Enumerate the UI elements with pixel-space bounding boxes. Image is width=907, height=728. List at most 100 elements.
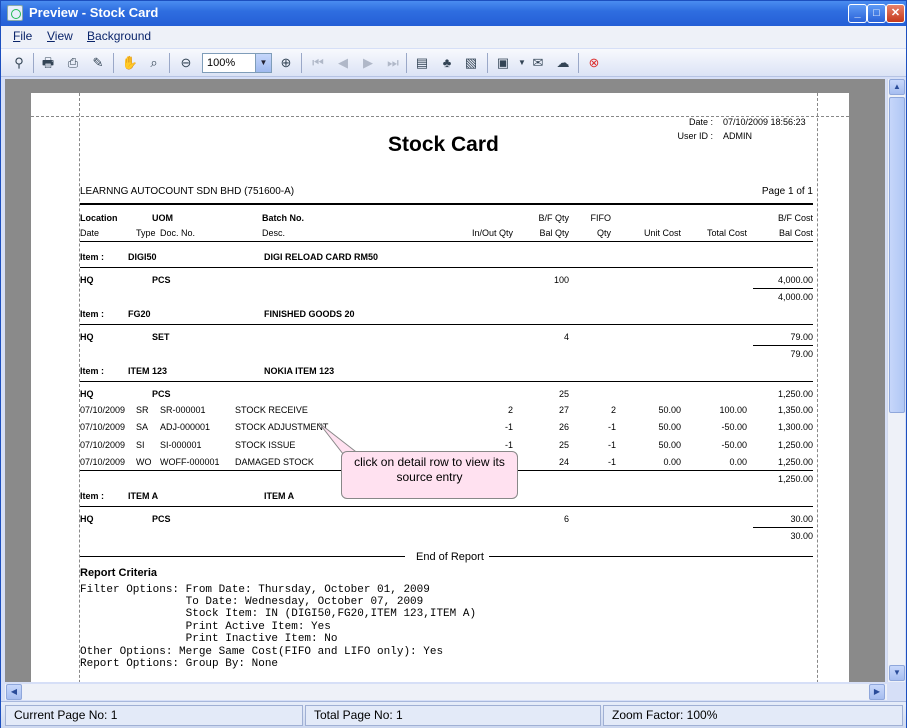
criteria-line: Report Options: Group By: None: [80, 658, 279, 670]
scroll-up-icon[interactable]: ▲: [889, 79, 905, 95]
user-value: ADMIN: [723, 131, 752, 141]
printer-setup-icon[interactable]: 🖶: [39, 54, 57, 72]
divider: [753, 345, 813, 346]
magnifier-icon[interactable]: ⌕: [145, 54, 163, 72]
user-label: User ID :: [677, 131, 713, 141]
row-unit-cost: 50.00: [658, 422, 681, 432]
scroll-right-icon[interactable]: ▶: [869, 684, 885, 700]
criteria-title: Report Criteria: [80, 567, 158, 579]
close-button[interactable]: ✕: [886, 4, 905, 23]
minimize-button[interactable]: _: [848, 4, 867, 23]
row-unit-cost: 50.00: [658, 405, 681, 415]
row-type: SI: [136, 440, 145, 450]
preview-viewport[interactable]: Date : 07/10/2009 18:56:23 User ID : ADM…: [5, 79, 885, 682]
scroll-thumb[interactable]: [889, 97, 905, 413]
scroll-down-icon[interactable]: ▼: [889, 665, 905, 681]
row-inout: -1: [504, 440, 513, 450]
row-bal-cost: 1,300.00: [777, 422, 813, 432]
first-page-icon[interactable]: ⏮: [309, 54, 327, 72]
header-qty: Qty: [596, 228, 611, 238]
row-date: 07/10/2009: [80, 457, 126, 467]
toolbar-separator: [578, 53, 579, 73]
item-uom: SET: [152, 332, 170, 342]
menu-file[interactable]: File: [13, 29, 32, 43]
date-label: Date :: [688, 117, 713, 127]
header-batch: Batch No.: [262, 213, 305, 223]
report-title: Stock Card: [388, 133, 499, 156]
row-inout: -1: [504, 422, 513, 432]
item-code: DIGI50: [128, 252, 157, 262]
toolbar-separator: [113, 53, 114, 73]
chevron-down-icon[interactable]: ▼: [255, 54, 271, 72]
report-page[interactable]: Date : 07/10/2009 18:56:23 User ID : ADM…: [31, 93, 849, 682]
menu-background[interactable]: Background: [87, 29, 151, 43]
item-subtotal: 4,000.00: [777, 292, 813, 302]
binoculars-icon[interactable]: ⚲: [10, 54, 28, 72]
item-location: HQ: [80, 389, 94, 399]
item-location: HQ: [80, 514, 94, 524]
company-name: LEARNNG AUTOCOUNT SDN BHD (751600-A): [80, 186, 295, 197]
divider: [80, 267, 813, 268]
header-unit-cost: Unit Cost: [643, 228, 681, 238]
close-preview-icon[interactable]: ⊗: [585, 54, 603, 72]
send-icon[interactable]: ☁: [554, 54, 572, 72]
next-page-icon[interactable]: ▶: [359, 54, 377, 72]
toolbar-separator: [406, 53, 407, 73]
header-inout: In/Out Qty: [471, 228, 513, 238]
row-bal-cost: 1,350.00: [777, 405, 813, 415]
row-total-cost: 100.00: [719, 405, 747, 415]
item-label: Item :: [80, 366, 105, 376]
zoom-select[interactable]: 100% ▼: [202, 53, 272, 73]
item-name: ITEM A: [264, 491, 295, 501]
last-page-icon[interactable]: ⏭: [384, 54, 402, 72]
toolbar: ⚲ 🖶 ⎙ ✎ ✋ ⌕ ⊖ ⊕ ⏮ ◀ ▶ ⏭ ▤ ♣ ▧ ▣ ▼ ✉ ☁ ⊗: [1, 49, 906, 77]
row-desc: STOCK RECEIVE: [235, 405, 308, 415]
zoom-in-icon[interactable]: ⊕: [277, 54, 295, 72]
vertical-scrollbar[interactable]: ▲ ▼: [887, 79, 905, 682]
row-unit-cost: 50.00: [658, 440, 681, 450]
divider: [489, 556, 813, 557]
row-bal-cost: 1,250.00: [777, 457, 813, 467]
title-bar[interactable]: Preview - Stock Card _ □ ✕: [1, 1, 906, 26]
header-date: Date: [80, 228, 100, 238]
row-qty: 2: [610, 405, 616, 415]
row-qty: -1: [607, 440, 616, 450]
row-date: 07/10/2009: [80, 440, 126, 450]
margin-guide: [817, 93, 818, 682]
item-location: HQ: [80, 332, 94, 342]
criteria-line: Print Inactive Item: No: [80, 633, 338, 645]
previous-page-icon[interactable]: ◀: [334, 54, 352, 72]
row-type: SR: [136, 405, 149, 415]
toolbar-separator: [169, 53, 170, 73]
watermark-icon[interactable]: ♣: [438, 54, 456, 72]
maximize-button[interactable]: □: [867, 4, 886, 23]
toolbar-separator: [33, 53, 34, 73]
item-name: NOKIA ITEM 123: [264, 366, 335, 376]
divider: [80, 324, 813, 325]
header-location: Location: [80, 213, 118, 223]
background-icon[interactable]: ▧: [462, 54, 480, 72]
scroll-left-icon[interactable]: ◀: [6, 684, 22, 700]
print-icon[interactable]: ⎙: [64, 54, 82, 72]
date-value: 07/10/2009 18:56:23: [723, 117, 806, 127]
hand-tool-icon[interactable]: ✋: [121, 54, 139, 72]
row-docno: SR-000001: [160, 405, 206, 415]
item-subtotal: 79.00: [790, 349, 813, 359]
item-uom: PCS: [152, 389, 171, 399]
menu-view[interactable]: View: [47, 29, 73, 43]
export-icon[interactable]: ✎: [89, 54, 107, 72]
horizontal-scrollbar[interactable]: ◀ ▶: [5, 684, 887, 700]
page-setup-icon[interactable]: ▤: [413, 54, 431, 72]
criteria-line: Filter Options: From Date: Thursday, Oct…: [80, 584, 430, 596]
open-icon[interactable]: ▣: [494, 54, 512, 72]
row-type: SA: [136, 422, 149, 432]
item-name: DIGI RELOAD CARD RM50: [264, 252, 379, 262]
header-bal-cost: Bal Cost: [778, 228, 813, 238]
zoom-status: Zoom Factor: 100%: [603, 705, 903, 726]
row-desc: STOCK ISSUE: [235, 440, 296, 450]
item-bf-qty: 6: [563, 514, 569, 524]
email-icon[interactable]: ✉: [529, 54, 547, 72]
divider: [80, 203, 813, 205]
zoom-out-icon[interactable]: ⊖: [177, 54, 195, 72]
criteria-line: To Date: Wednesday, October 07, 2009: [80, 596, 424, 608]
